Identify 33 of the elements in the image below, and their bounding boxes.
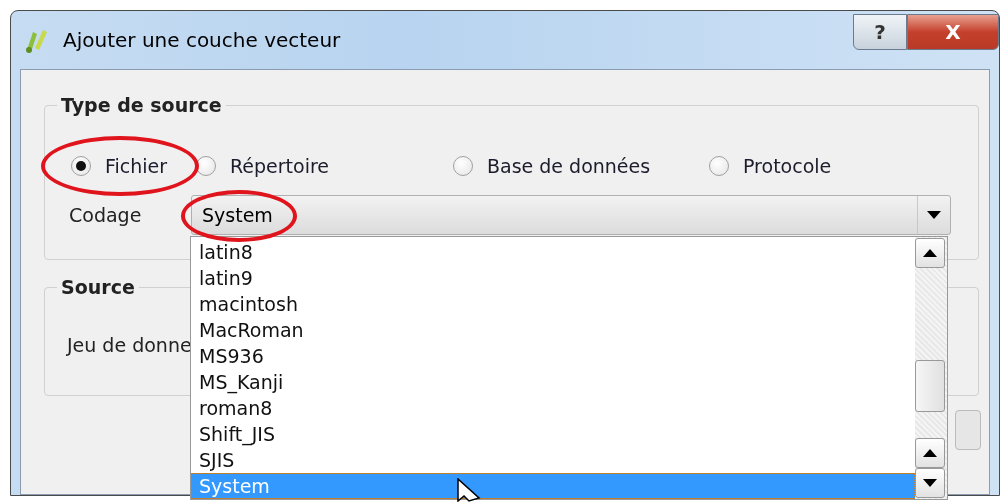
close-button[interactable]: X xyxy=(907,14,999,50)
list-item[interactable]: MS936 xyxy=(191,343,915,369)
list-item[interactable]: latin8 xyxy=(191,239,915,265)
list-item[interactable]: SJIS xyxy=(191,447,915,473)
caret-icon xyxy=(927,211,941,219)
radio-button[interactable] xyxy=(453,156,473,176)
scroll-thumb[interactable] xyxy=(915,360,945,412)
group-title: Type de source xyxy=(60,94,223,116)
radio-label: Base de données xyxy=(487,155,651,177)
list-item[interactable]: MacRoman xyxy=(191,317,915,343)
list-item[interactable]: latin9 xyxy=(191,265,915,291)
list-item[interactable]: MS_Kanji xyxy=(191,369,915,395)
radio-label: Protocole xyxy=(743,155,832,177)
radio-label: Fichier xyxy=(105,155,168,177)
up-arrow-icon xyxy=(923,449,937,457)
scroll-down-button[interactable] xyxy=(915,468,945,498)
radio-label: Répertoire xyxy=(230,155,330,177)
scroll-up-button[interactable] xyxy=(915,238,945,268)
list-item[interactable]: Shift_JIS xyxy=(191,421,915,447)
scrollbar[interactable] xyxy=(915,237,947,499)
radio-button[interactable] xyxy=(196,156,216,176)
group-title: Source xyxy=(60,276,136,298)
scroll-up-button[interactable] xyxy=(915,438,945,468)
help-button[interactable]: ? xyxy=(853,14,907,50)
radio-button[interactable] xyxy=(71,156,91,176)
field-label: Codage xyxy=(69,204,143,226)
radio-button[interactable] xyxy=(709,156,729,176)
list-item[interactable]: roman8 xyxy=(191,395,915,421)
window-title: Ajouter une couche vecteur xyxy=(63,28,341,52)
down-arrow-icon xyxy=(923,479,937,487)
up-arrow-icon xyxy=(923,249,937,257)
list-item[interactable]: macintosh xyxy=(191,291,915,317)
encoding-dropdown[interactable]: System xyxy=(191,195,951,235)
